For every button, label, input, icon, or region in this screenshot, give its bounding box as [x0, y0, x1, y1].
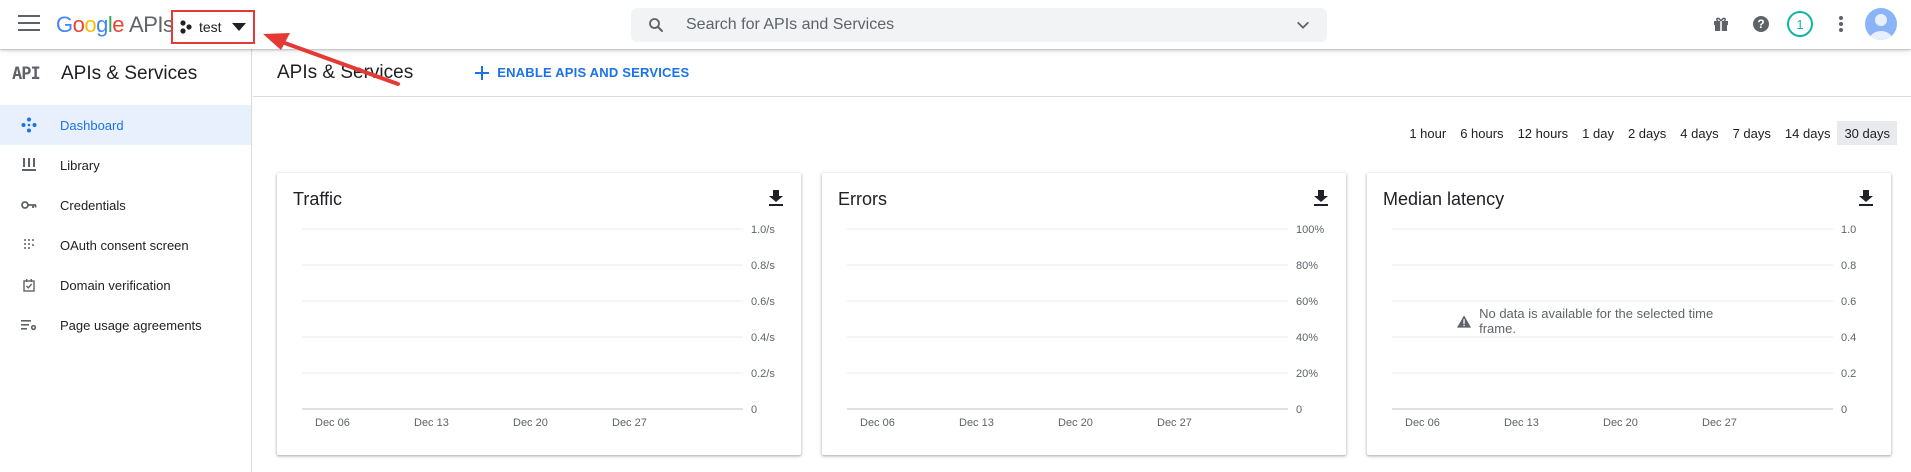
google-apis-logo[interactable]: Google APIs [56, 12, 174, 38]
sidebar: API APIs & Services Dashboard Library Cr… [0, 49, 252, 472]
y-tick-label: 1.0 [1841, 224, 1856, 236]
time-range-selector: 1 hour 6 hours 12 hours 1 day 2 days 4 days 7 … [1402, 121, 1897, 145]
sidebar-header: API APIs & Services [0, 49, 251, 98]
x-tick-label: Dec 20 [513, 417, 548, 429]
gift-icon[interactable] [1709, 12, 1733, 36]
time-range-4-days[interactable]: 4 days [1673, 121, 1725, 145]
x-tick-label: Dec 06 [860, 417, 895, 429]
errors-card: Errors 100% 80% 60% 40% 20% 0 Dec 06 Dec 13 Dec … [822, 173, 1346, 455]
sidebar-title: APIs & Services [61, 62, 198, 84]
time-range-30-days[interactable]: 30 days [1837, 121, 1897, 145]
no-data-notice: No data is available for the selected ti… [1457, 306, 1737, 336]
y-tick-label: 0.2 [1841, 368, 1856, 380]
caret-down-icon [231, 23, 246, 31]
y-tick-label: 0.6/s [751, 296, 775, 308]
avatar[interactable] [1865, 8, 1897, 40]
x-tick-label: Dec 20 [1058, 417, 1093, 429]
project-name: test [199, 19, 222, 35]
help-icon[interactable]: ? [1749, 12, 1773, 36]
x-tick-label: Dec 27 [1702, 417, 1737, 429]
y-tick-label: 20% [1296, 368, 1318, 380]
traffic-card: Traffic 1.0/s 0.8/s 0.6/s 0.4/s 0.2/s 0 Dec 06… [277, 173, 801, 455]
y-tick-label: 0.8/s [751, 260, 775, 272]
domain-check-icon [19, 278, 39, 292]
sidebar-item-library[interactable]: Library [0, 145, 251, 185]
page-header: APIs & Services ENABLE APIS AND SERVICES [253, 49, 1911, 97]
errors-chart: 100% 80% 60% 40% 20% 0 Dec 06 Dec 13 Dec 20 Dec 2… [847, 224, 1324, 429]
top-header: GoogleAPIs test ? 1 [0, 0, 1911, 49]
dashboard-icon [19, 117, 39, 133]
api-logo: API [12, 63, 41, 84]
sidebar-item-credentials[interactable]: Credentials [0, 185, 251, 225]
time-range-1-day[interactable]: 1 day [1575, 121, 1621, 145]
sidebar-item-domain-verification[interactable]: Domain verification [0, 265, 251, 305]
logo-apis-text: APIs [129, 12, 174, 37]
key-icon [19, 200, 39, 210]
y-tick-label: 0.2/s [751, 368, 775, 380]
y-tick-label: 40% [1296, 332, 1318, 344]
y-tick-label: 0.8 [1841, 260, 1856, 272]
x-tick-label: Dec 27 [612, 417, 647, 429]
time-range-12-hours[interactable]: 12 hours [1511, 121, 1576, 145]
time-range-7-days[interactable]: 7 days [1726, 121, 1778, 145]
project-selector-button[interactable]: test [171, 10, 255, 44]
sidebar-item-label: OAuth consent screen [60, 237, 189, 253]
enable-apis-label: ENABLE APIS AND SERVICES [497, 65, 690, 80]
y-tick-label: 60% [1296, 296, 1318, 308]
svg-text:?: ? [1757, 17, 1764, 31]
settings-list-icon [19, 319, 39, 331]
y-tick-label: 1.0/s [751, 224, 775, 236]
sidebar-item-label: Domain verification [60, 277, 171, 293]
x-tick-label: Dec 13 [959, 417, 994, 429]
y-tick-label: 0 [1841, 404, 1847, 416]
search-input[interactable] [686, 8, 1266, 42]
page-title: APIs & Services [277, 61, 414, 83]
sidebar-item-label: Library [60, 157, 100, 173]
search-icon [649, 18, 663, 32]
y-tick-label: 0 [751, 404, 757, 416]
y-tick-label: 0.4 [1841, 332, 1856, 344]
time-range-2-days[interactable]: 2 days [1621, 121, 1673, 145]
logo-google-text: Google [56, 12, 125, 37]
library-icon [19, 158, 39, 172]
sidebar-item-page-usage[interactable]: Page usage agreements [0, 305, 251, 345]
y-tick-label: 100% [1296, 224, 1324, 236]
oauth-icon [19, 238, 39, 252]
sidebar-item-dashboard[interactable]: Dashboard [0, 105, 251, 145]
project-nodes-icon [180, 20, 192, 34]
y-tick-label: 0 [1296, 404, 1302, 416]
warning-icon [1457, 314, 1472, 328]
time-range-14-days[interactable]: 14 days [1778, 121, 1838, 145]
x-tick-label: Dec 13 [1504, 417, 1539, 429]
traffic-chart: 1.0/s 0.8/s 0.6/s 0.4/s 0.2/s 0 Dec 06 Dec 13 De… [302, 224, 775, 429]
main-content: APIs & Services ENABLE APIS AND SERVICES… [253, 49, 1911, 472]
sidebar-nav: Dashboard Library Credentials OAuth cons… [0, 105, 251, 345]
x-tick-label: Dec 13 [414, 417, 449, 429]
sidebar-item-label: Credentials [60, 197, 126, 213]
x-tick-label: Dec 20 [1603, 417, 1638, 429]
x-tick-label: Dec 06 [1405, 417, 1440, 429]
more-vert-icon[interactable] [1829, 12, 1853, 36]
search-bar[interactable] [631, 8, 1327, 42]
time-range-1-hour[interactable]: 1 hour [1402, 121, 1453, 145]
x-tick-label: Dec 06 [315, 417, 350, 429]
notification-badge[interactable]: 1 [1787, 11, 1813, 37]
enable-apis-button[interactable]: ENABLE APIS AND SERVICES [475, 65, 689, 80]
sidebar-item-label: Page usage agreements [60, 317, 202, 333]
y-tick-label: 0.6 [1841, 296, 1856, 308]
menu-icon[interactable] [18, 15, 40, 33]
x-tick-label: Dec 27 [1157, 417, 1192, 429]
plus-icon [475, 65, 490, 80]
time-range-6-hours[interactable]: 6 hours [1453, 121, 1510, 145]
y-tick-label: 0.4/s [751, 332, 775, 344]
sidebar-item-label: Dashboard [60, 117, 124, 133]
no-data-message: No data is available for the selected ti… [1479, 306, 1714, 336]
chevron-down-icon[interactable] [1295, 17, 1311, 33]
sidebar-item-oauth-consent[interactable]: OAuth consent screen [0, 225, 251, 265]
latency-card: Median latency 1.0 0.8 0.6 0.4 0.2 0 Dec 06 Dec… [1367, 173, 1891, 455]
y-tick-label: 80% [1296, 260, 1318, 272]
